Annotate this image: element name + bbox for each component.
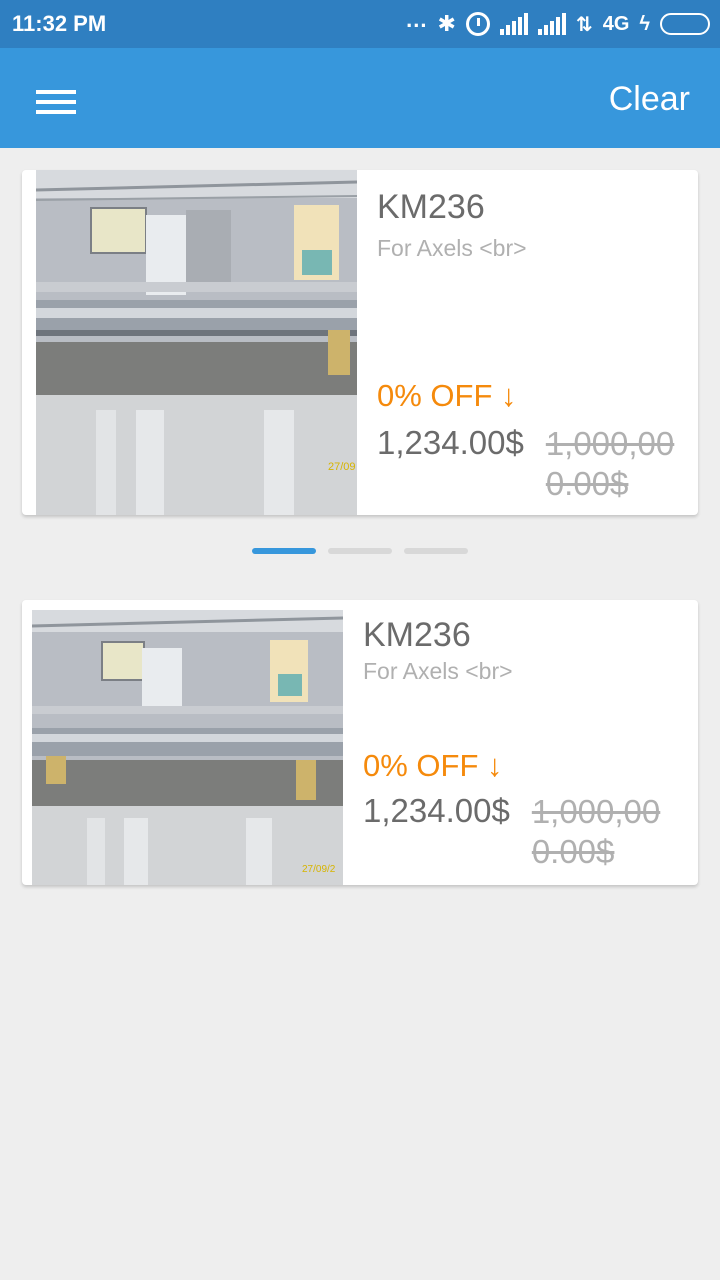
carousel-dot-1[interactable] (252, 548, 316, 554)
discount-label: 0% OFF ↓ (363, 748, 503, 783)
current-price: 1,234.00$ (377, 424, 524, 461)
bluetooth-icon: ✱ (437, 11, 456, 36)
battery-icon (660, 13, 710, 35)
product-card[interactable]: 27/09/2 KM236 For Axels <br> 0% OFF ↓ 1,… (22, 600, 698, 885)
price-row: 1,234.00$ 1,000,000.00$ (377, 424, 682, 504)
data-transfer-icon: ⇅ (575, 13, 593, 36)
carousel-dot-3[interactable] (404, 548, 468, 554)
current-price: 1,234.00$ (363, 792, 510, 829)
original-price: 1,000,000.00$ (545, 425, 675, 502)
status-time: 11:32 PM (12, 11, 107, 36)
product-card[interactable]: 27/09 KM236 For Axels <br> 0% OFF ↓ 1,23… (22, 170, 698, 515)
original-price: 1,000,000.00$ (531, 793, 661, 870)
product-title: KM236 (363, 616, 471, 654)
price-row: 1,234.00$ 1,000,000.00$ (363, 792, 683, 872)
status-bar: 11:32 PM ... ✱ ⇅ 4G ϟ (0, 0, 720, 48)
product-subtitle: For Axels <br> (363, 658, 513, 684)
product-image: 27/09/2 (32, 610, 343, 885)
app-bar: Clear (0, 48, 720, 148)
svg-text:27/09/2: 27/09/2 (302, 864, 336, 875)
signal-icon-1 (499, 13, 528, 35)
status-icons: ... ✱ ⇅ 4G ϟ (406, 7, 710, 40)
more-notifications-icon: ... (406, 7, 428, 32)
svg-text:27/09: 27/09 (328, 461, 356, 473)
clear-button[interactable]: Clear (609, 80, 690, 119)
signal-icon-2 (537, 13, 566, 35)
alarm-icon (465, 12, 490, 36)
network-type: 4G (602, 12, 630, 35)
hamburger-menu-icon[interactable] (36, 90, 76, 118)
product-title: KM236 (377, 188, 485, 226)
product-subtitle: For Axels <br> (377, 235, 527, 261)
carousel-dot-2[interactable] (328, 548, 392, 554)
charging-icon: ϟ (639, 12, 650, 35)
product-image: 27/09 (36, 170, 357, 515)
carousel-indicator (252, 548, 468, 554)
discount-label: 0% OFF ↓ (377, 378, 517, 413)
